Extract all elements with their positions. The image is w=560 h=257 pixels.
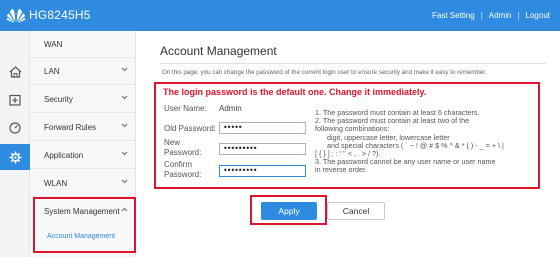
chevron-down-icon bbox=[121, 95, 128, 100]
menu-item-application[interactable]: Application bbox=[30, 142, 136, 169]
menu-item-wlan[interactable]: WLAN bbox=[30, 170, 136, 197]
huawei-logo-icon bbox=[6, 9, 26, 23]
add-box-icon bbox=[9, 94, 21, 106]
chevron-down-icon bbox=[121, 151, 128, 156]
menu-item-label: Security bbox=[44, 95, 73, 104]
menu-item-label: LAN bbox=[44, 67, 60, 76]
fast-setting-link[interactable]: Fast Setting bbox=[432, 11, 475, 20]
gauge-icon bbox=[9, 122, 21, 134]
chevron-down-icon bbox=[121, 67, 128, 72]
menu-item-security[interactable]: Security bbox=[30, 86, 136, 113]
status-nav[interactable] bbox=[0, 115, 30, 141]
product-name: HG8245H5 bbox=[29, 8, 91, 22]
page-description: On this page, you can change the passwor… bbox=[162, 69, 487, 76]
title-divider bbox=[160, 63, 546, 64]
annotation-box-menu bbox=[33, 197, 136, 253]
add-nav[interactable] bbox=[0, 87, 30, 113]
chevron-down-icon bbox=[121, 123, 128, 128]
logout-link[interactable]: Logout bbox=[526, 11, 550, 20]
advanced-nav[interactable] bbox=[0, 144, 30, 170]
menu-item-lan[interactable]: LAN bbox=[30, 58, 136, 85]
nav-separator: | bbox=[517, 11, 520, 20]
cancel-button[interactable]: Cancel bbox=[327, 202, 385, 220]
top-header: HG8245H5 Fast Setting | Admin | Logout bbox=[0, 0, 560, 31]
menu-item-forward-rules[interactable]: Forward Rules bbox=[30, 114, 136, 141]
page-title: Account Management bbox=[160, 44, 277, 58]
nav-separator: | bbox=[480, 11, 483, 20]
menu-item-label: Forward Rules bbox=[44, 123, 97, 132]
annotation-box-form bbox=[154, 82, 540, 189]
chevron-down-icon bbox=[121, 179, 128, 184]
menu-item-label: WAN bbox=[44, 40, 63, 49]
home-icon bbox=[9, 66, 21, 78]
gear-icon bbox=[9, 151, 21, 163]
menu-item-label: WLAN bbox=[44, 179, 68, 188]
annotation-box-apply bbox=[250, 195, 327, 225]
top-nav: Fast Setting | Admin | Logout bbox=[432, 11, 550, 20]
menu-item-label: Application bbox=[44, 151, 84, 160]
admin-link[interactable]: Admin bbox=[489, 11, 512, 20]
menu-item-wan[interactable]: WAN bbox=[30, 31, 136, 58]
icon-sidebar bbox=[0, 31, 30, 257]
home-nav[interactable] bbox=[0, 59, 30, 85]
